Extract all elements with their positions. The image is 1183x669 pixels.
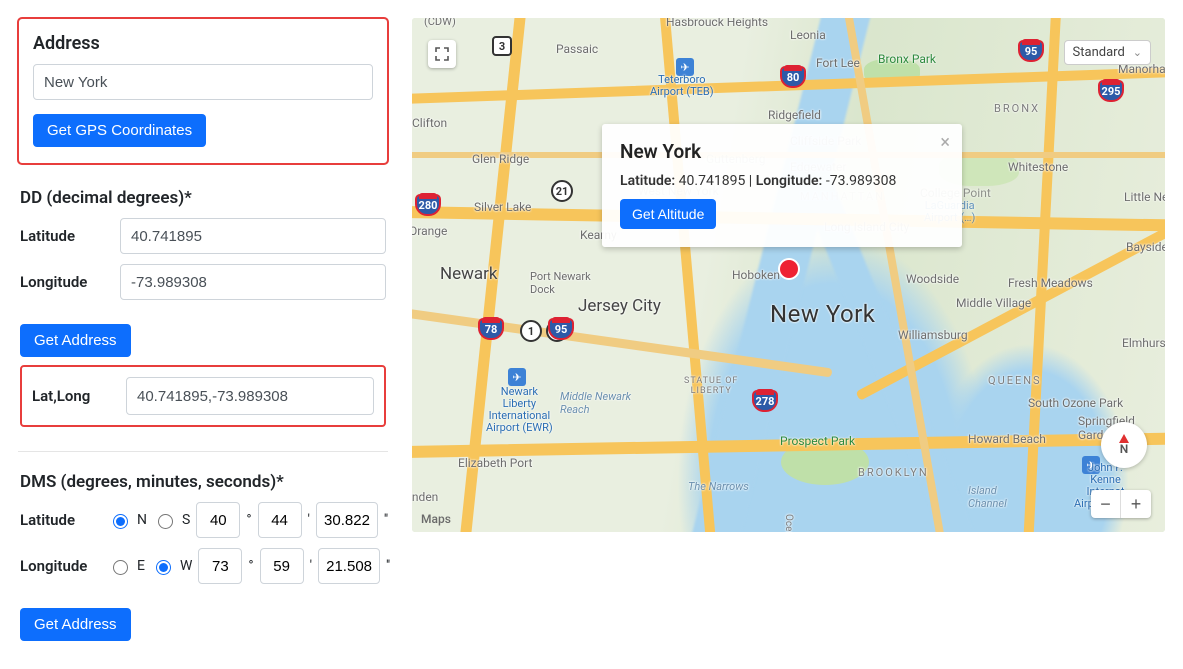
dd-lon-input[interactable]: [120, 264, 386, 300]
dms-lat-sec[interactable]: [316, 502, 378, 538]
airport-icon: [508, 368, 526, 386]
dms-lat-label: Latitude: [20, 511, 102, 529]
interstate-shield: 295: [1098, 80, 1124, 102]
dd-get-address-button[interactable]: Get Address: [20, 324, 131, 357]
dms-lat-s-text: S: [182, 512, 190, 528]
dms-get-address-button[interactable]: Get Address: [20, 608, 131, 641]
latlong-label: Lat,Long: [32, 387, 112, 405]
get-altitude-button[interactable]: Get Altitude: [620, 199, 716, 229]
zoom-out-button[interactable]: −: [1091, 490, 1121, 518]
popup-coords: Latitude: 40.741895 | Longitude: -73.989…: [620, 173, 944, 189]
dd-section: DD (decimal degrees)* Latitude Longitude…: [18, 172, 388, 437]
dms-lat-n-radio[interactable]: [113, 514, 128, 529]
dms-lat-n-text: N: [137, 512, 147, 528]
dms-section: DMS (degrees, minutes, seconds)* Latitud…: [18, 456, 388, 651]
dms-lon-label: Longitude: [20, 557, 102, 575]
dd-lat-input[interactable]: [120, 218, 386, 254]
dms-lon-min[interactable]: [260, 548, 304, 584]
dms-lon-sec[interactable]: [318, 548, 380, 584]
map-attribution: Maps: [420, 512, 451, 526]
latlong-input[interactable]: [126, 377, 374, 415]
dms-lon-e-text: E: [137, 558, 145, 574]
route-shield: 3: [492, 36, 512, 56]
map-marker[interactable]: [780, 260, 798, 278]
interstate-shield: 80: [780, 66, 806, 88]
zoom-in-button[interactable]: +: [1121, 490, 1151, 518]
sec-symbol: '': [386, 558, 390, 574]
deg-symbol: °: [246, 512, 251, 528]
address-input[interactable]: [33, 64, 373, 100]
dms-title: DMS (degrees, minutes, seconds)*: [20, 472, 386, 492]
left-panel: Address Get GPS Coordinates DD (decimal …: [18, 18, 388, 651]
popup-lon-label: Longitude:: [756, 173, 823, 189]
dms-lat-s-radio[interactable]: [158, 514, 173, 529]
min-symbol: ': [308, 512, 310, 528]
zoom-control: − +: [1091, 490, 1151, 518]
close-icon[interactable]: ×: [940, 134, 950, 152]
interstate-shield: 95: [1018, 40, 1044, 62]
popup-lat-label: Latitude:: [620, 173, 675, 189]
dms-lon-w-text: W: [180, 558, 192, 574]
compass[interactable]: N: [1101, 422, 1147, 468]
min-symbol: ': [310, 558, 312, 574]
dd-lat-label: Latitude: [20, 227, 110, 245]
fullscreen-button[interactable]: [428, 40, 456, 68]
popup-sep: |: [749, 173, 756, 189]
map-type-label: Standard: [1073, 45, 1125, 60]
interstate-shield: 95: [548, 318, 574, 340]
address-card: Address Get GPS Coordinates: [18, 18, 388, 164]
interstate-shield: 280: [415, 194, 441, 216]
address-title: Address: [33, 33, 373, 54]
dms-lon-deg[interactable]: [198, 548, 242, 584]
dd-lon-label: Longitude: [20, 273, 110, 291]
dms-lon-e-radio[interactable]: [113, 560, 128, 575]
airport-icon: [676, 58, 694, 76]
map[interactable]: 3 21 280 78 1 9 95 278 80 95 295 New Yor…: [412, 18, 1165, 532]
dms-lat-min[interactable]: [258, 502, 302, 538]
popup-lon-value: -73.989308: [826, 173, 897, 189]
sec-symbol: '': [384, 512, 388, 528]
interstate-shield: 278: [752, 390, 778, 412]
separator: [18, 451, 388, 452]
map-popup: × New York Latitude: 40.741895 | Longitu…: [602, 124, 962, 247]
popup-title: New York: [620, 140, 944, 163]
dms-lon-w-radio[interactable]: [156, 560, 171, 575]
interstate-shield: 78: [478, 318, 504, 340]
fullscreen-icon: [435, 47, 449, 61]
dd-title: DD (decimal degrees)*: [20, 188, 386, 208]
deg-symbol: °: [248, 558, 253, 574]
route-shield: 21: [551, 180, 573, 202]
map-type-selector[interactable]: Standard ⌄: [1064, 40, 1151, 65]
compass-label: N: [1120, 442, 1129, 456]
airport-icon: [1082, 456, 1100, 474]
chevron-down-icon: ⌄: [1133, 46, 1142, 59]
get-gps-button[interactable]: Get GPS Coordinates: [33, 114, 206, 147]
latlong-row: Lat,Long: [20, 365, 386, 427]
dms-lat-deg[interactable]: [196, 502, 240, 538]
route-shield: 1: [520, 320, 542, 342]
popup-lat-value: 40.741895: [679, 173, 746, 189]
